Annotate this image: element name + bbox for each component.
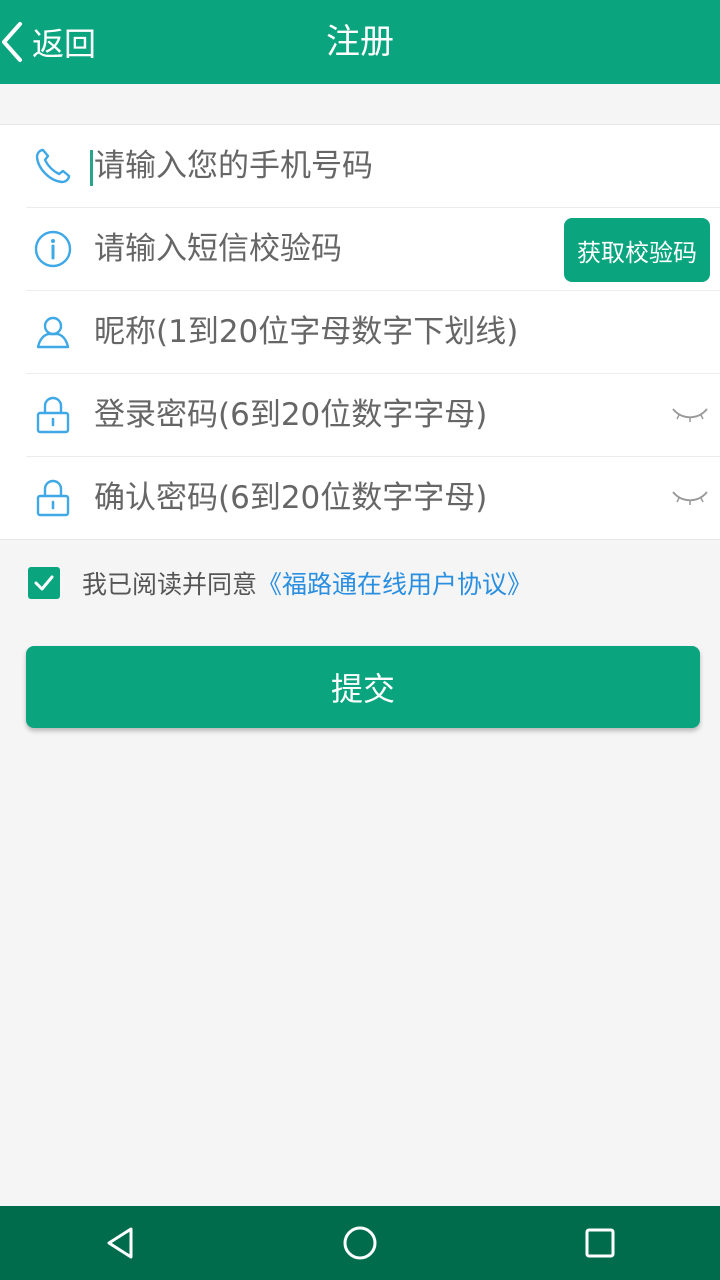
user-icon (32, 311, 74, 353)
chevron-left-icon (2, 22, 22, 62)
app-header: 返回 注册 (0, 0, 720, 84)
eye-closed-icon[interactable] (670, 404, 710, 424)
password-row (26, 374, 720, 457)
nav-home-button[interactable] (310, 1206, 410, 1280)
register-form: 获取校验码 (0, 124, 720, 540)
lock-icon (32, 477, 74, 519)
triangle-back-icon (107, 1227, 133, 1259)
circle-home-icon (343, 1226, 377, 1260)
get-code-button[interactable]: 获取校验码 (564, 218, 710, 282)
square-recents-icon (585, 1228, 615, 1258)
agreement-checkbox[interactable] (28, 567, 60, 599)
text-cursor (90, 150, 93, 186)
nickname-row (26, 291, 720, 374)
lock-icon (32, 394, 74, 436)
agreement-link[interactable]: 《福路通在线用户协议》 (257, 565, 532, 601)
submit-button[interactable]: 提交 (26, 646, 700, 728)
confirm-password-row (26, 457, 720, 539)
nav-back-button[interactable] (70, 1206, 170, 1280)
back-label: 返回 (32, 25, 97, 63)
agreement-text: 我已阅读并同意 (82, 570, 258, 599)
back-button[interactable]: 返回 (0, 0, 112, 84)
nav-recents-button[interactable] (550, 1206, 650, 1280)
confirm-password-input[interactable] (92, 467, 720, 529)
phone-icon (32, 145, 74, 187)
nickname-input[interactable] (92, 301, 720, 363)
info-icon (32, 228, 74, 270)
check-icon (34, 575, 54, 591)
eye-closed-icon[interactable] (670, 487, 710, 507)
password-input[interactable] (92, 384, 720, 446)
sms-code-row: 获取校验码 (26, 208, 720, 291)
phone-input[interactable] (92, 135, 720, 197)
system-nav-bar (0, 1206, 720, 1280)
agreement-row: 我已阅读并同意 《福路通在线用户协议》 (28, 565, 532, 601)
phone-row (26, 125, 720, 208)
